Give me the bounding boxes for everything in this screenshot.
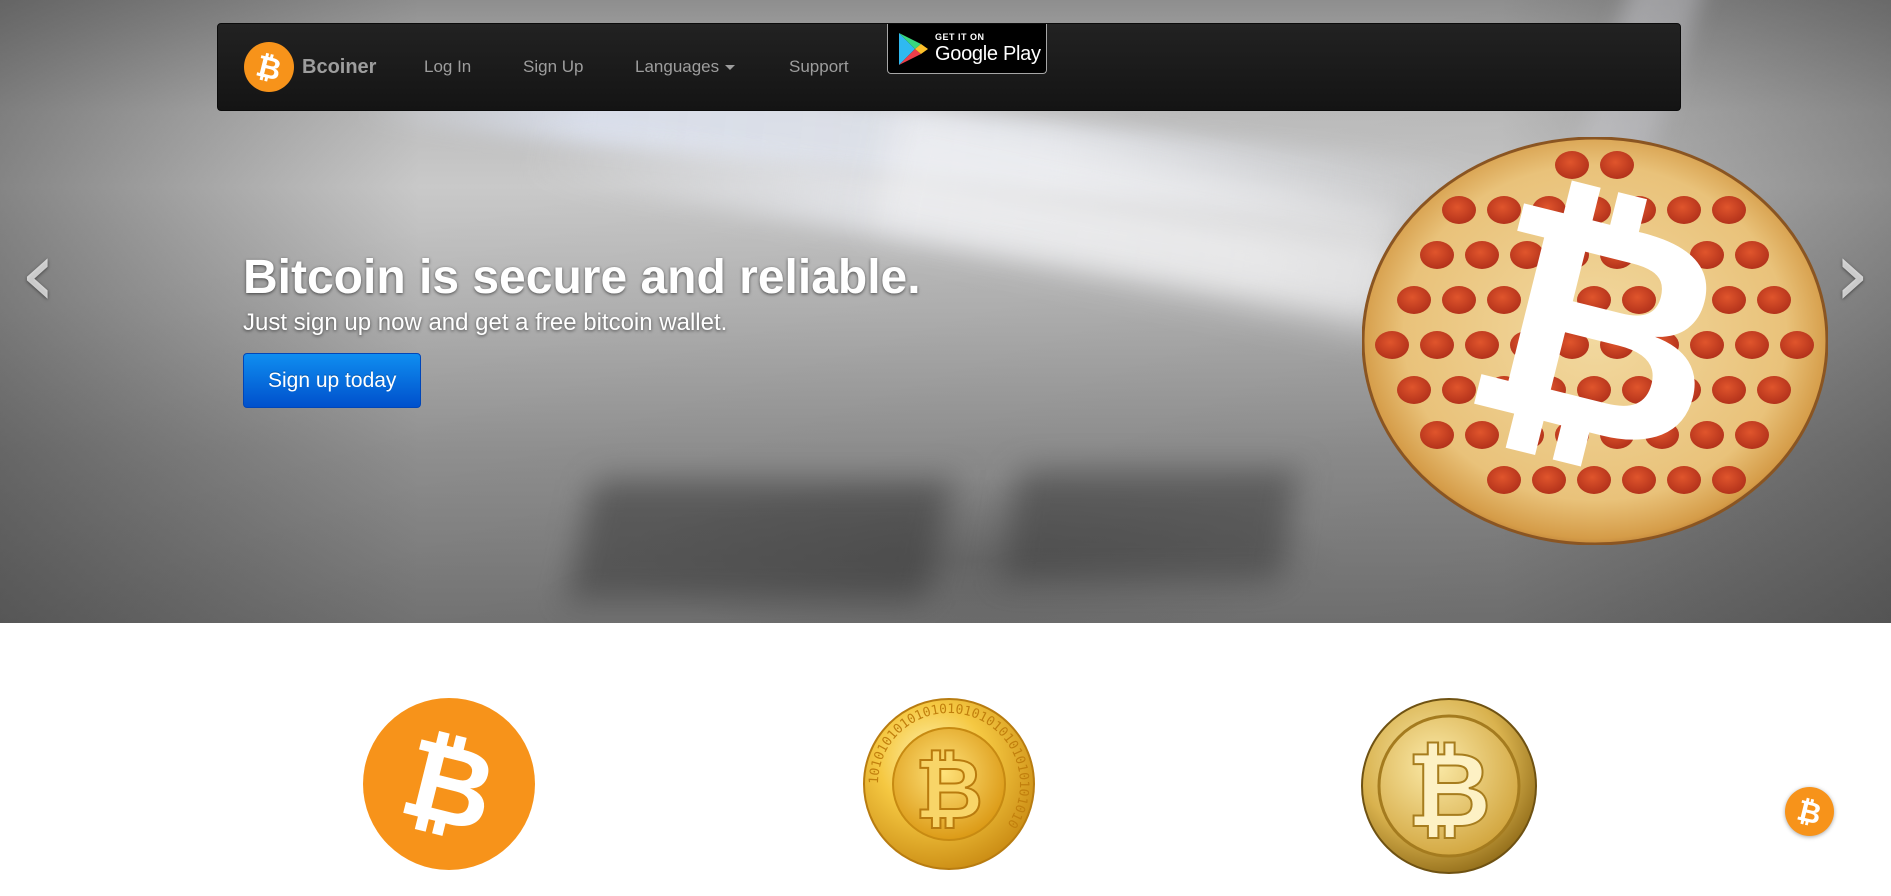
- svg-text:₿: ₿: [1794, 793, 1825, 832]
- carousel-headline: Bitcoin is secure and reliable.: [243, 251, 921, 304]
- bitcoin-orange-icon: ₿: [363, 698, 535, 870]
- nav-languages-dropdown[interactable]: Languages: [635, 57, 736, 77]
- google-play-icon: [899, 32, 928, 65]
- google-play-badge[interactable]: GET IT ON Google Play: [887, 24, 1047, 74]
- svg-text:₿: ₿: [1407, 729, 1492, 851]
- caret-down-icon: [725, 65, 736, 71]
- sign-up-today-button[interactable]: Sign up today: [243, 353, 422, 408]
- play-badge-small-text: GET IT ON: [935, 32, 985, 42]
- carousel-prev-arrow[interactable]: ‹: [20, 230, 56, 320]
- svg-text:₿: ₿: [253, 49, 285, 89]
- carousel-caption: Bitcoin is secure and reliable. Just sig…: [243, 250, 921, 408]
- bitcoin-chat-icon: ₿: [1794, 793, 1825, 832]
- nav-support-link[interactable]: Support: [789, 57, 849, 77]
- play-badge-big-text: Google Play: [935, 43, 1041, 65]
- carousel-next-arrow[interactable]: ›: [1834, 230, 1870, 320]
- bitcoin-gold-binary-coin-icon: ₿ 1010101010101010101010101010101010: [863, 698, 1035, 870]
- nav-login-link[interactable]: Log In: [424, 57, 471, 77]
- floating-bitcoin-button[interactable]: ₿: [1785, 787, 1834, 836]
- bitcoin-logo-icon: ₿: [244, 42, 294, 92]
- carousel-subtext: Just sign up now and get a free bitcoin …: [243, 309, 728, 336]
- nav-signup-link[interactable]: Sign Up: [523, 57, 583, 77]
- top-navbar: ₿ Bcoiner Log In Sign Up Languages Suppo…: [217, 23, 1681, 111]
- svg-text:₿: ₿: [915, 740, 983, 838]
- bitcoin-gold-coin-icon: ₿: [1361, 698, 1537, 874]
- brand-link[interactable]: ₿ Bcoiner: [244, 42, 376, 92]
- nav-languages-label: Languages: [635, 57, 720, 76]
- brand-name: Bcoiner: [302, 55, 377, 78]
- bitcoin-pizza-image: ₿: [1362, 137, 1828, 545]
